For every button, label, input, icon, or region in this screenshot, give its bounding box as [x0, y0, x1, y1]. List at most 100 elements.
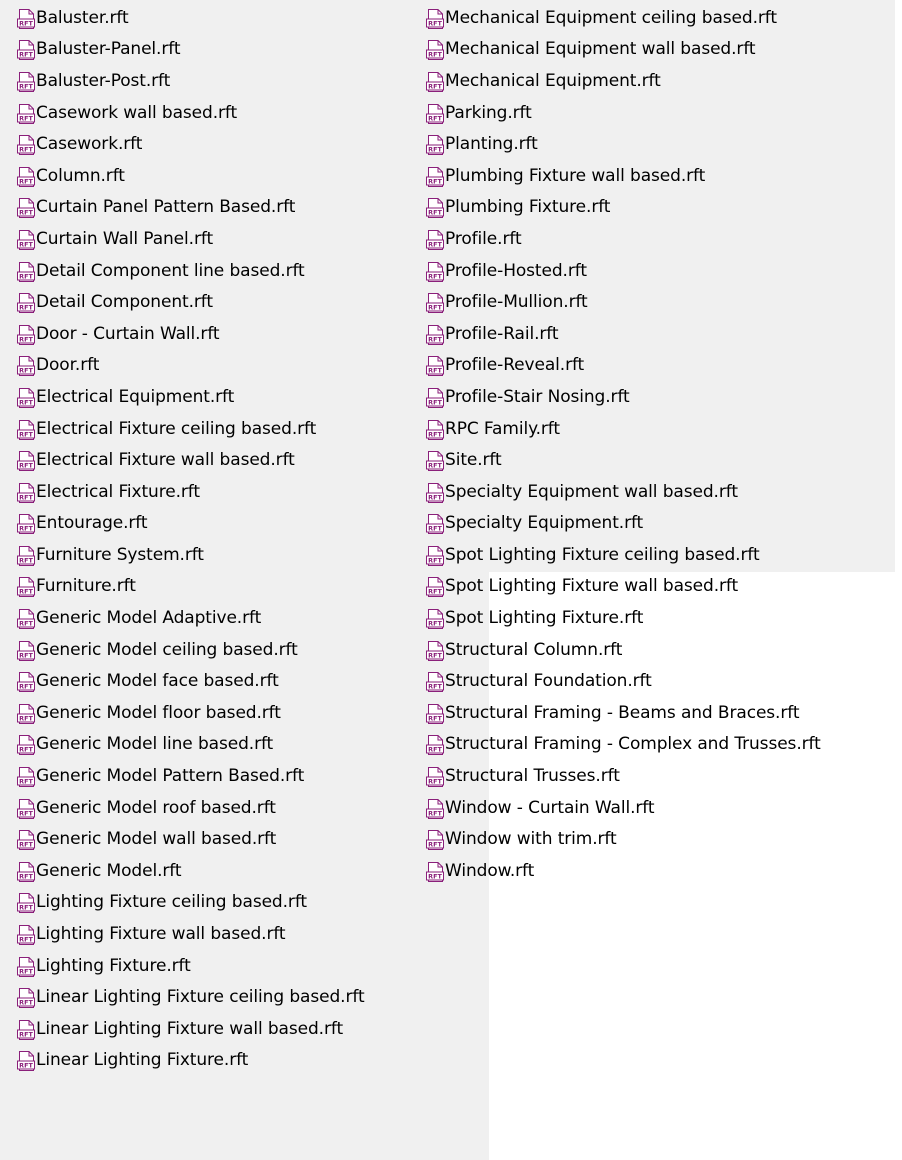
file-item[interactable]: RFT Linear Lighting Fixture wall based.r…: [0, 1013, 489, 1045]
file-item[interactable]: RFT RPC Family.rft: [419, 413, 895, 445]
file-item[interactable]: RFT Structural Column.rft: [419, 634, 895, 666]
file-name: Window - Curtain Wall.rft: [445, 797, 655, 818]
file-item[interactable]: RFT Mechanical Equipment ceiling based.r…: [419, 2, 895, 34]
file-item[interactable]: RFT Profile-Stair Nosing.rft: [419, 381, 895, 413]
file-item[interactable]: RFT Window.rft: [419, 855, 895, 887]
rft-badge-text: RFT: [428, 177, 442, 185]
file-item[interactable]: RFT Electrical Equipment.rft: [0, 381, 489, 413]
file-name: Generic Model line based.rft: [36, 734, 274, 755]
file-item[interactable]: RFT Site.rft: [419, 444, 895, 476]
file-item[interactable]: RFT Electrical Fixture wall based.rft: [0, 444, 489, 476]
file-name: Generic Model ceiling based.rft: [36, 639, 298, 660]
file-item[interactable]: RFT Mechanical Equipment wall based.rft: [419, 34, 895, 66]
file-item[interactable]: RFT Furniture System.rft: [0, 539, 489, 571]
rft-file-icon: RFT: [17, 861, 35, 882]
file-item[interactable]: RFT Structural Framing - Beams and Brace…: [419, 697, 895, 729]
file-item[interactable]: RFT Specialty Equipment wall based.rft: [419, 476, 895, 508]
file-item[interactable]: RFT Planting.rft: [419, 128, 895, 160]
file-item[interactable]: RFT Casework wall based.rft: [0, 97, 489, 129]
file-item[interactable]: RFT Generic Model wall based.rft: [0, 823, 489, 855]
file-item[interactable]: RFT Entourage.rft: [0, 508, 489, 540]
file-item[interactable]: RFT Specialty Equipment.rft: [419, 508, 895, 540]
file-item[interactable]: RFT Generic Model face based.rft: [0, 665, 489, 697]
file-item[interactable]: RFT Plumbing Fixture wall based.rft: [419, 160, 895, 192]
file-list-right-column: RFT Mechanical Equipment ceiling based.r…: [419, 0, 895, 882]
rft-file-icon: RFT: [17, 482, 35, 503]
file-name: Parking.rft: [445, 102, 532, 123]
file-item[interactable]: RFT Curtain Wall Panel.rft: [0, 223, 489, 255]
file-item[interactable]: RFT Casework.rft: [0, 128, 489, 160]
rft-badge-text: RFT: [428, 872, 442, 880]
file-item[interactable]: RFT Generic Model roof based.rft: [0, 792, 489, 824]
file-item[interactable]: RFT Baluster.rft: [0, 2, 489, 34]
rft-file-icon: RFT: [17, 293, 35, 314]
file-item[interactable]: RFT Baluster-Post.rft: [0, 65, 489, 97]
file-item[interactable]: RFT Lighting Fixture wall based.rft: [0, 918, 489, 950]
file-name: Linear Lighting Fixture wall based.rft: [36, 1018, 344, 1039]
file-item[interactable]: RFT Profile.rft: [419, 223, 895, 255]
file-name: Profile-Reveal.rft: [445, 355, 585, 376]
file-item[interactable]: RFT Spot Lighting Fixture ceiling based.…: [419, 539, 895, 571]
file-name: Lighting Fixture ceiling based.rft: [36, 892, 307, 913]
file-item[interactable]: RFT Structural Foundation.rft: [419, 665, 895, 697]
rft-badge-text: RFT: [428, 620, 442, 628]
file-item[interactable]: RFT Baluster-Panel.rft: [0, 34, 489, 66]
file-item[interactable]: RFT Generic Model ceiling based.rft: [0, 634, 489, 666]
rft-file-icon: RFT: [17, 324, 35, 345]
file-item[interactable]: RFT Generic Model Pattern Based.rft: [0, 760, 489, 792]
rft-badge-text: RFT: [428, 556, 442, 564]
file-item[interactable]: RFT Detail Component line based.rft: [0, 255, 489, 287]
file-item[interactable]: RFT Furniture.rft: [0, 571, 489, 603]
rft-badge-text: RFT: [19, 241, 33, 249]
rft-file-icon: RFT: [426, 198, 444, 219]
file-item[interactable]: RFT Structural Trusses.rft: [419, 760, 895, 792]
file-item[interactable]: RFT Generic Model line based.rft: [0, 729, 489, 761]
rft-file-icon: RFT: [426, 735, 444, 756]
file-item[interactable]: RFT Curtain Panel Pattern Based.rft: [0, 192, 489, 224]
file-item[interactable]: RFT Lighting Fixture ceiling based.rft: [0, 887, 489, 919]
file-item[interactable]: RFT Mechanical Equipment.rft: [419, 65, 895, 97]
rft-badge-text: RFT: [428, 651, 442, 659]
file-item[interactable]: RFT Plumbing Fixture.rft: [419, 192, 895, 224]
rft-file-icon: RFT: [17, 988, 35, 1009]
file-item[interactable]: RFT Profile-Hosted.rft: [419, 255, 895, 287]
file-item[interactable]: RFT Lighting Fixture.rft: [0, 950, 489, 982]
file-item[interactable]: RFT Door.rft: [0, 350, 489, 382]
file-item[interactable]: RFT Structural Framing - Complex and Tru…: [419, 729, 895, 761]
file-item[interactable]: RFT Generic Model.rft: [0, 855, 489, 887]
rft-badge-text: RFT: [428, 272, 442, 280]
file-item[interactable]: RFT Profile-Rail.rft: [419, 318, 895, 350]
rft-file-icon: RFT: [426, 166, 444, 187]
file-name: Mechanical Equipment wall based.rft: [445, 39, 756, 60]
file-item[interactable]: RFT Spot Lighting Fixture wall based.rft: [419, 571, 895, 603]
file-name: Door - Curtain Wall.rft: [36, 323, 220, 344]
file-item[interactable]: RFT Linear Lighting Fixture.rft: [0, 1045, 489, 1077]
file-item[interactable]: RFT Window with trim.rft: [419, 823, 895, 855]
file-item[interactable]: RFT Door - Curtain Wall.rft: [0, 318, 489, 350]
file-item[interactable]: RFT Profile-Mullion.rft: [419, 286, 895, 318]
rft-file-icon: RFT: [426, 830, 444, 851]
rft-badge-text: RFT: [19, 177, 33, 185]
file-item[interactable]: RFT Electrical Fixture ceiling based.rft: [0, 413, 489, 445]
rft-badge-text: RFT: [19, 51, 33, 59]
rft-file-icon: RFT: [17, 703, 35, 724]
rft-badge-text: RFT: [428, 146, 442, 154]
rft-badge-text: RFT: [428, 462, 442, 470]
file-item[interactable]: RFT Generic Model Adaptive.rft: [0, 602, 489, 634]
file-name: Baluster-Panel.rft: [36, 39, 181, 60]
file-item[interactable]: RFT Profile-Reveal.rft: [419, 350, 895, 382]
file-item[interactable]: RFT Linear Lighting Fixture ceiling base…: [0, 981, 489, 1013]
file-name: Linear Lighting Fixture.rft: [36, 1050, 249, 1071]
rft-file-icon: RFT: [17, 71, 35, 92]
file-item[interactable]: RFT Generic Model floor based.rft: [0, 697, 489, 729]
file-item[interactable]: RFT Detail Component.rft: [0, 286, 489, 318]
file-item[interactable]: RFT Column.rft: [0, 160, 489, 192]
rft-badge-text: RFT: [19, 399, 33, 407]
file-item[interactable]: RFT Electrical Fixture.rft: [0, 476, 489, 508]
file-item[interactable]: RFT Parking.rft: [419, 97, 895, 129]
file-item[interactable]: RFT Window - Curtain Wall.rft: [419, 792, 895, 824]
rft-badge-text: RFT: [428, 399, 442, 407]
rft-badge-text: RFT: [19, 556, 33, 564]
file-item[interactable]: RFT Spot Lighting Fixture.rft: [419, 602, 895, 634]
rft-badge-text: RFT: [19, 462, 33, 470]
